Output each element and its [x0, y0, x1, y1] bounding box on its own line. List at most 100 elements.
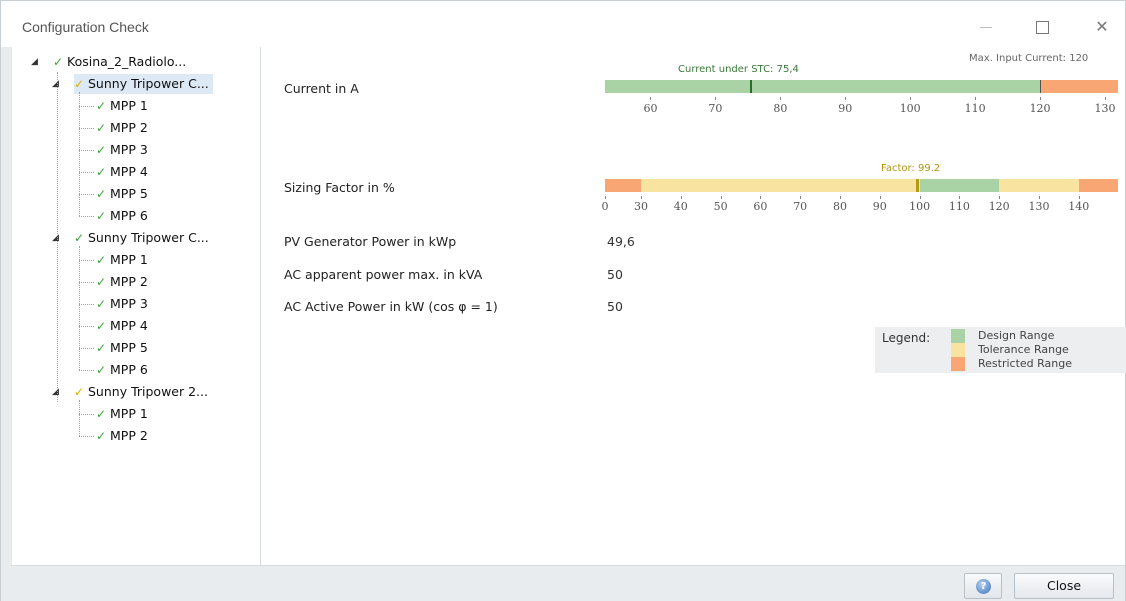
current-axis-tick — [715, 97, 717, 100]
tree-mpp-item[interactable]: ✓ MPP 2 — [96, 118, 148, 138]
help-button[interactable]: ? — [964, 573, 1002, 599]
current-axis-tick — [845, 97, 847, 100]
current-axis-tick — [650, 97, 652, 100]
tree-item-label: MPP 1 — [110, 406, 148, 421]
tolerance-range-swatch — [951, 343, 965, 357]
tree-inverter-2[interactable]: ◢ ✓ Sunny Tripower C... — [52, 228, 209, 248]
tree-item-label: MPP 3 — [110, 296, 148, 311]
tree-mpp-item[interactable]: ✓ MPP 5 — [96, 338, 148, 358]
tree-root-line — [57, 72, 58, 402]
restricted-range-swatch — [951, 357, 965, 371]
current-axis-tick-label: 60 — [643, 102, 658, 115]
tree-branch-line — [79, 326, 94, 327]
design-range-swatch — [951, 329, 965, 343]
tree-mpp-item[interactable]: ✓ MPP 1 — [96, 250, 148, 270]
tree-inverter-1[interactable]: ◢ ✓ Sunny Tripower C... — [52, 74, 213, 94]
check-ok-icon: ✓ — [96, 275, 107, 289]
sizing-axis-tick-label: 140 — [1068, 200, 1090, 213]
check-ok-icon: ✓ — [74, 231, 85, 245]
title-bar: Configuration Check ✕ — [1, 1, 1125, 47]
window-title: Configuration Check — [22, 19, 149, 35]
sizing-restricted-low-segment — [605, 179, 641, 192]
tree-item-label: Kosina_2_Radiolo... — [67, 54, 187, 69]
close-window-button[interactable]: ✕ — [1087, 15, 1117, 39]
tree-branch-line — [79, 304, 94, 305]
expand-toggle-icon[interactable]: ◢ — [52, 382, 66, 402]
sizing-tolerance-high-segment — [999, 179, 1079, 192]
tree-branch-line — [79, 128, 94, 129]
sizing-axis-tick — [959, 196, 961, 199]
maximize-button[interactable] — [1027, 15, 1057, 39]
current-max-marker — [1040, 80, 1042, 93]
tree-branch-line — [79, 246, 80, 370]
tree-branch-line — [79, 92, 80, 216]
left-frame-edge — [1, 47, 11, 601]
tree-item-label: MPP 4 — [110, 164, 148, 179]
ac-apparent-power-label: AC apparent power max. in kVA — [284, 267, 483, 282]
sizing-factor-annotation: Factor: 99.2 — [881, 163, 941, 174]
current-stc-annotation: Current under STC: 75,4 — [678, 64, 799, 75]
tree-mpp-item[interactable]: ✓ MPP 4 — [96, 316, 148, 336]
tree-mpp-item[interactable]: ✓ MPP 4 — [96, 162, 148, 182]
tree-mpp-item[interactable]: ✓ MPP 2 — [96, 426, 148, 446]
tree-inverter-3[interactable]: ◢ ✓ Sunny Tripower 2... — [52, 382, 208, 402]
tree-mpp-item[interactable]: ✓ MPP 2 — [96, 272, 148, 292]
check-ok-icon: ✓ — [96, 121, 107, 135]
sizing-axis-tick — [680, 196, 682, 199]
expand-toggle-icon[interactable]: ◢ — [31, 52, 45, 72]
tree-item-label: Sunny Tripower C... — [88, 230, 209, 245]
current-axis-tick-label: 70 — [708, 102, 723, 115]
tree-mpp-item[interactable]: ✓ MPP 1 — [96, 96, 148, 116]
sizing-axis-tick-label: 120 — [988, 200, 1010, 213]
expand-toggle-icon[interactable]: ◢ — [52, 228, 66, 248]
close-button[interactable]: Close — [1014, 573, 1114, 599]
legend: Legend: Design Range Tolerance Range Res… — [875, 327, 1126, 373]
check-ok-icon: ✓ — [96, 143, 107, 157]
tree-branch-line — [79, 106, 94, 107]
tree-mpp-item[interactable]: ✓ MPP 6 — [96, 360, 148, 380]
sizing-axis-tick — [840, 196, 841, 199]
dialog-footer: ? Close — [11, 565, 1125, 601]
check-ok-icon: ✓ — [96, 429, 107, 443]
check-ok-icon: ✓ — [96, 319, 107, 333]
tree-mpp-item[interactable]: ✓ MPP 6 — [96, 206, 148, 226]
tree-mpp-item[interactable]: ✓ MPP 3 — [96, 140, 148, 160]
sizing-restricted-high-segment — [1078, 179, 1118, 192]
current-axis-tick-label: 80 — [773, 102, 788, 115]
current-design-range-segment — [605, 80, 1041, 93]
sizing-axis-tick — [720, 196, 722, 199]
pv-generator-power-value: 49,6 — [607, 234, 635, 249]
minimize-button[interactable] — [971, 15, 1001, 39]
tree-branch-line — [79, 216, 94, 217]
check-ok-icon: ✓ — [96, 253, 107, 267]
sizing-axis-tick — [879, 196, 881, 199]
help-icon: ? — [976, 579, 991, 594]
sizing-axis-tick — [641, 196, 642, 199]
device-tree[interactable]: ◢ ✓ Kosina_2_Radiolo... ◢ ✓ Sunny Tripower C.… — [11, 47, 261, 565]
current-axis-tick — [910, 97, 912, 100]
pv-generator-power-label: PV Generator Power in kWp — [284, 234, 457, 249]
sizing-tolerance-low-segment — [641, 179, 920, 192]
tolerance-range-label: Tolerance Range — [978, 343, 1069, 356]
tree-mpp-item[interactable]: ✓ MPP 5 — [96, 184, 148, 204]
current-axis-tick-label: 110 — [964, 102, 986, 115]
tree-mpp-item[interactable]: ✓ MPP 3 — [96, 294, 148, 314]
sizing-design-range-segment — [919, 179, 1000, 192]
sizing-axis-tick — [800, 196, 802, 199]
tree-item-label: Sunny Tripower 2... — [88, 384, 208, 399]
max-input-current-annotation: Max. Input Current: 120 — [969, 53, 1089, 64]
expand-toggle-icon[interactable]: ◢ — [52, 74, 66, 94]
sizing-axis-tick-label: 130 — [1028, 200, 1050, 213]
tree-branch-line — [79, 370, 94, 371]
tree-mpp-item[interactable]: ✓ MPP 1 — [96, 404, 148, 424]
tree-item-label: MPP 6 — [110, 208, 148, 223]
configuration-check-window: Configuration Check ✕ ◢ ✓ Kosina_2_Radiolo… — [0, 0, 1126, 601]
tree-item-label: MPP 3 — [110, 142, 148, 157]
check-ok-icon: ✓ — [96, 99, 107, 113]
sizing-factor-marker — [916, 179, 920, 192]
tree-root-item[interactable]: ◢ ✓ Kosina_2_Radiolo... — [31, 52, 187, 72]
current-axis-tick — [1105, 97, 1106, 100]
sizing-axis-tick-label: 0 — [601, 200, 609, 213]
sizing-axis-tick-label: 30 — [634, 200, 648, 213]
sizing-axis-tick — [999, 196, 1001, 199]
